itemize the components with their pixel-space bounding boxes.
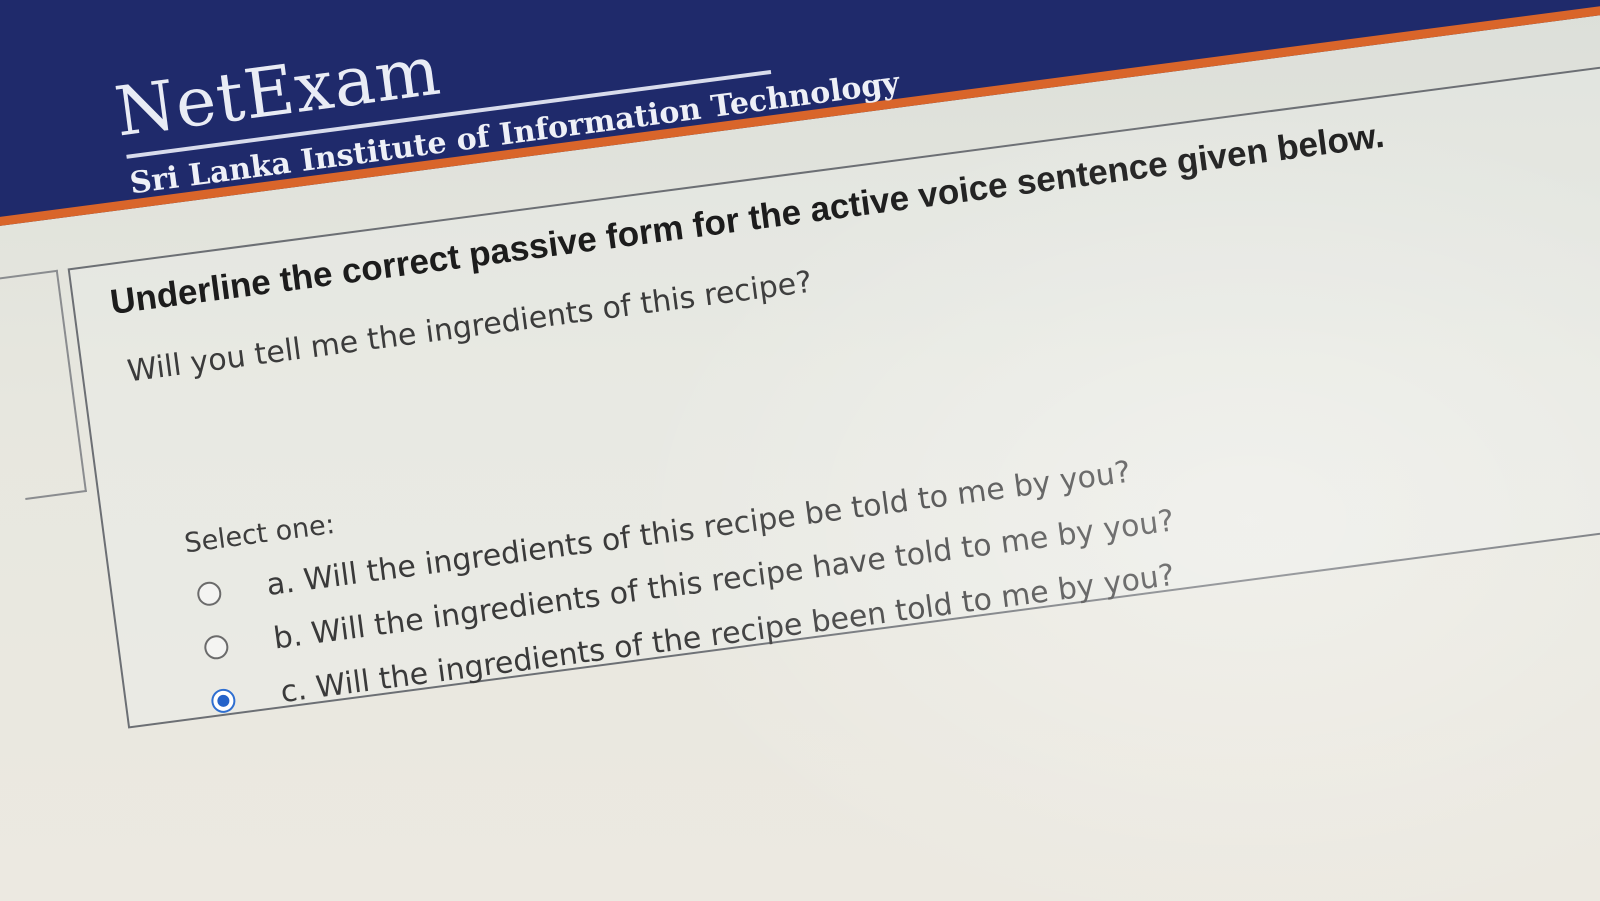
page-content: NetExam Sri Lanka Institute of Informati… <box>0 0 1600 893</box>
radio-button-a[interactable] <box>195 579 223 607</box>
radio-button-c-selected[interactable] <box>209 686 237 714</box>
screen: NetExam Sri Lanka Institute of Informati… <box>0 0 1600 901</box>
radio-button-b[interactable] <box>202 633 230 661</box>
